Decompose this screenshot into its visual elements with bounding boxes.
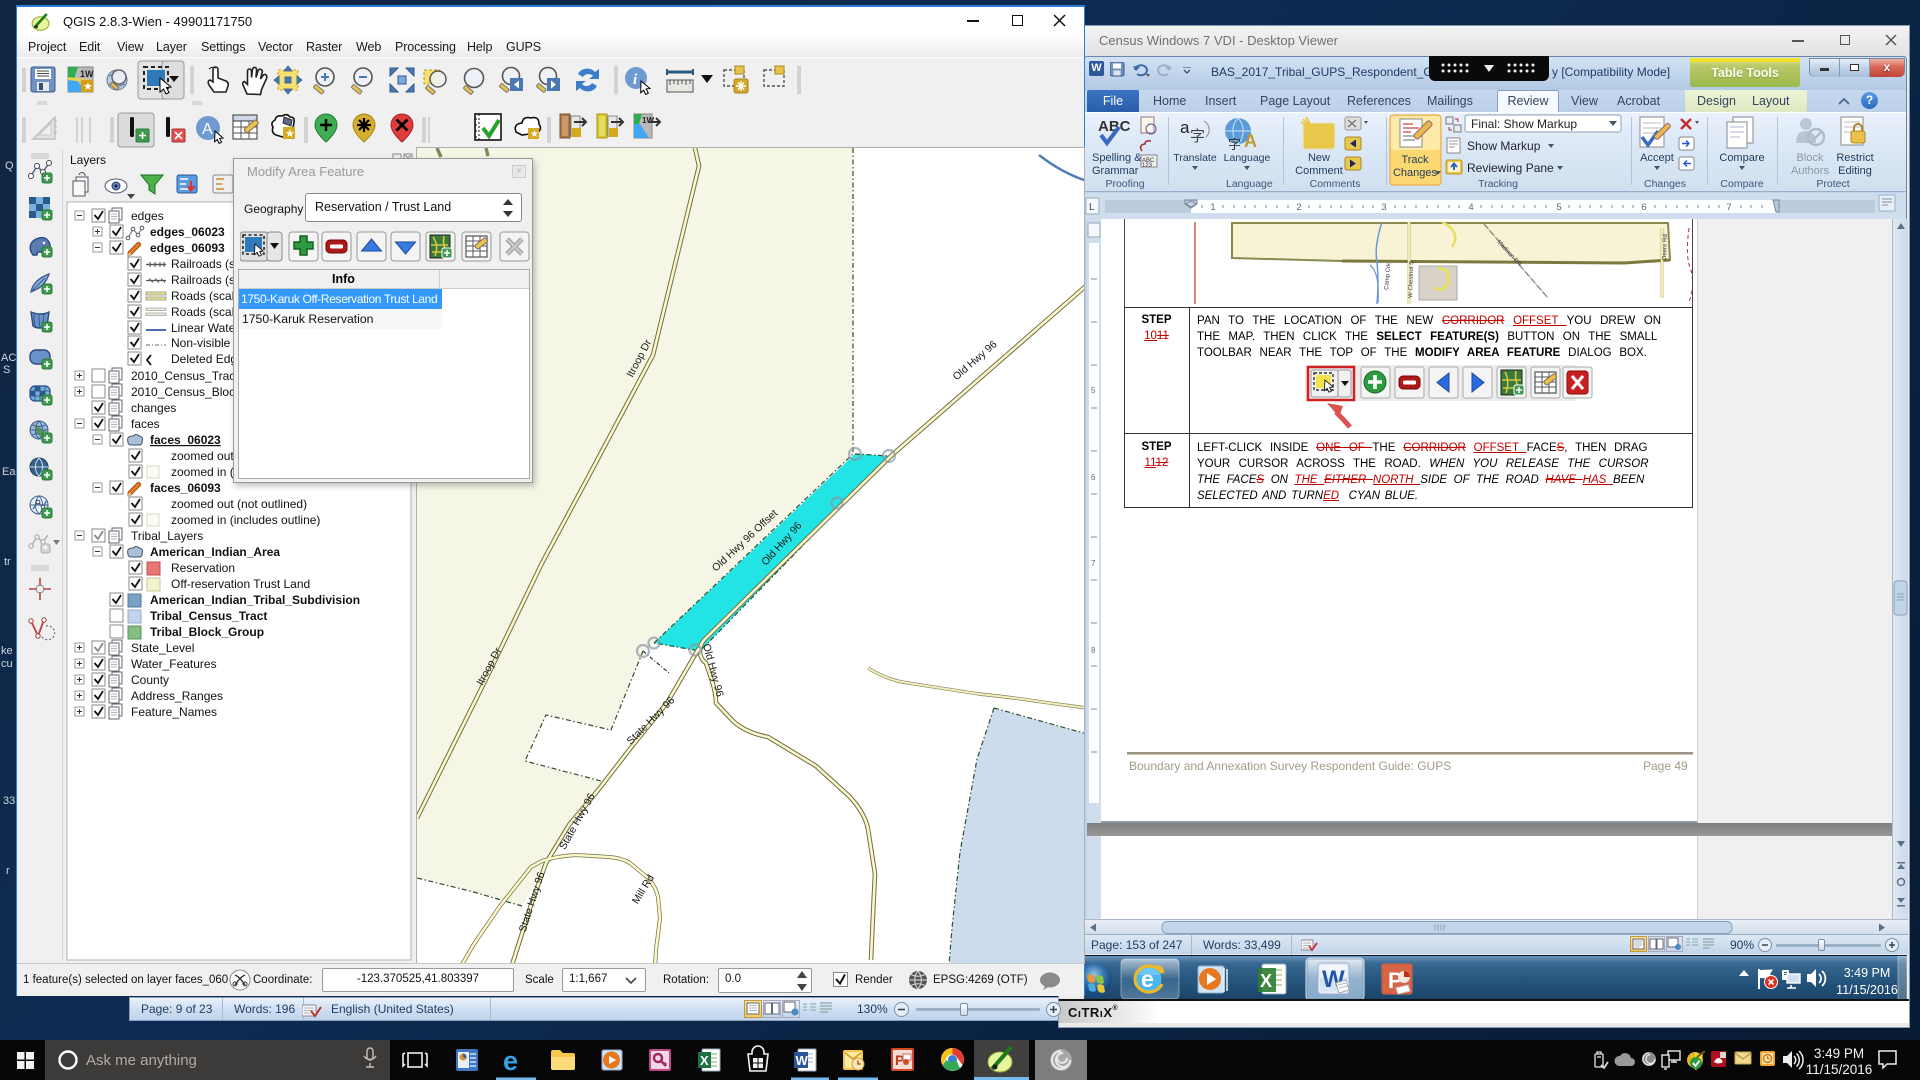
svg-text:123: 123 [1142, 163, 1153, 169]
svg-text:State Hwy 96: State Hwy 96 [625, 694, 678, 747]
svg-text:zoomed out (not outlined): zoomed out (not outlined) [171, 497, 307, 511]
svg-text:3:49 PM: 3:49 PM [1814, 1046, 1864, 1061]
svg-text:Roads (scale: Roads (scale [171, 305, 241, 319]
svg-text:Address_Ranges: Address_Ranges [131, 689, 223, 703]
svg-text:X: X [700, 1053, 709, 1068]
svg-text:A: A [1244, 131, 1257, 151]
svg-text:e: e [1141, 966, 1154, 992]
svg-text:L: L [1089, 202, 1095, 213]
svg-text:Grammar: Grammar [1092, 165, 1139, 177]
svg-text:Tribal_Block_Group: Tribal_Block_Group [150, 625, 264, 639]
svg-text:W: W [796, 1053, 809, 1068]
svg-text:Old Hwy 96: Old Hwy 96 [951, 338, 1000, 383]
svg-text:1W: 1W [80, 69, 94, 79]
svg-text:Water_Features: Water_Features [131, 657, 217, 671]
svg-text:Track: Track [1401, 154, 1429, 166]
svg-text:字: 字 [1190, 128, 1205, 145]
svg-text:Editing: Editing [1838, 165, 1872, 177]
svg-text:Authors: Authors [1791, 165, 1829, 177]
svg-text:e: e [503, 1046, 518, 1076]
svg-text:Translate: Translate [1173, 152, 1217, 164]
svg-text:County: County [131, 673, 169, 687]
svg-text:★: ★ [83, 81, 93, 93]
svg-text:Ask me anything: Ask me anything [86, 1052, 197, 1069]
svg-text:Off-reservation Trust Land: Off-reservation Trust Land [171, 577, 310, 591]
svg-text:Tribal_Census_Tract: Tribal_Census_Tract [150, 609, 267, 623]
svg-text:Spelling &: Spelling & [1092, 152, 1142, 164]
svg-text:Language: Language [1226, 178, 1273, 190]
svg-text:Proofing: Proofing [1105, 178, 1144, 190]
svg-text:★: ★ [530, 129, 539, 140]
svg-text:Feature_Names: Feature_Names [131, 705, 217, 719]
svg-text:Old Hwy 96: Old Hwy 96 [700, 642, 726, 698]
svg-text:American_Indian_Area: American_Indian_Area [150, 545, 280, 559]
svg-text:zoomed in (includes outline): zoomed in (includes outline) [171, 513, 320, 527]
svg-text:6: 6 [1641, 202, 1646, 213]
svg-text:Restrict: Restrict [1836, 152, 1873, 164]
svg-text:3:49 PM: 3:49 PM [1844, 966, 1891, 980]
svg-text:Block: Block [1797, 152, 1824, 164]
svg-text:2010_Census_Tract: 2010_Census_Tract [131, 369, 239, 383]
svg-text:X: X [1260, 971, 1272, 991]
svg-text:Linear Water: Linear Water [171, 321, 239, 335]
svg-text:11/15/2016: 11/15/2016 [1806, 1062, 1873, 1077]
svg-text:faces_06093: faces_06093 [150, 481, 221, 495]
svg-text:3: 3 [1381, 202, 1386, 213]
svg-text:2: 2 [1296, 202, 1301, 213]
svg-text:8: 8 [1091, 646, 1096, 655]
svg-text:Tracking: Tracking [1478, 178, 1518, 190]
svg-text:2010_Census_Block: 2010_Census_Block [131, 385, 242, 399]
svg-text:zoomed out (: zoomed out ( [171, 449, 241, 463]
svg-text:faces: faces [131, 417, 160, 431]
svg-text:Final: Show Markup: Final: Show Markup [1471, 117, 1577, 131]
svg-text:changes: changes [131, 401, 176, 415]
svg-text:7: 7 [1726, 202, 1731, 213]
svg-text:11/15/2016: 11/15/2016 [1836, 983, 1898, 997]
svg-text:edges_06093: edges_06093 [150, 241, 225, 255]
svg-text:Roads (scale: Roads (scale [171, 289, 241, 303]
svg-text:Layers: Layers [70, 153, 106, 167]
svg-text:Changes: Changes [1644, 178, 1686, 190]
svg-text:Comments: Comments [1310, 178, 1361, 190]
svg-text:7: 7 [1091, 559, 1096, 568]
svg-text:Reviewing Pane: Reviewing Pane [1467, 161, 1554, 175]
svg-text:American_Indian_Tribal_Subdivi: American_Indian_Tribal_Subdivision [150, 593, 360, 607]
svg-text:Reservation: Reservation [171, 561, 235, 575]
svg-text:Language: Language [1224, 152, 1271, 164]
svg-text:Deere Rd: Deere Rd [1662, 234, 1669, 260]
svg-text:Tribal_Layers: Tribal_Layers [131, 529, 203, 543]
svg-text:a: a [1180, 118, 1190, 137]
svg-text:4: 4 [1468, 202, 1473, 213]
svg-text:Protect: Protect [1816, 178, 1849, 190]
svg-text:faces_06023: faces_06023 [150, 433, 221, 447]
svg-text:Show Markup: Show Markup [1467, 139, 1541, 153]
svg-text:edges: edges [131, 209, 164, 223]
svg-text:edges_06023: edges_06023 [150, 225, 225, 239]
svg-text:1: 1 [1210, 202, 1215, 213]
svg-text:★: ★ [285, 128, 295, 140]
svg-text:Compare: Compare [1719, 152, 1764, 164]
svg-text:Accept: Accept [1640, 152, 1674, 164]
svg-text:5: 5 [1556, 202, 1561, 213]
svg-text:Compare: Compare [1720, 178, 1763, 190]
svg-text:New: New [1308, 152, 1330, 164]
svg-text:6: 6 [1091, 473, 1096, 482]
svg-text:5: 5 [1091, 386, 1096, 395]
svg-text:Comment: Comment [1295, 165, 1343, 177]
svg-text:1W: 1W [642, 116, 654, 125]
svg-text:A: A [202, 121, 213, 138]
svg-text:字: 字 [1228, 137, 1241, 152]
svg-text:State_Level: State_Level [131, 641, 194, 655]
svg-text:Changes: Changes [1393, 167, 1438, 179]
svg-text:Mill Rd: Mill Rd [630, 872, 657, 906]
